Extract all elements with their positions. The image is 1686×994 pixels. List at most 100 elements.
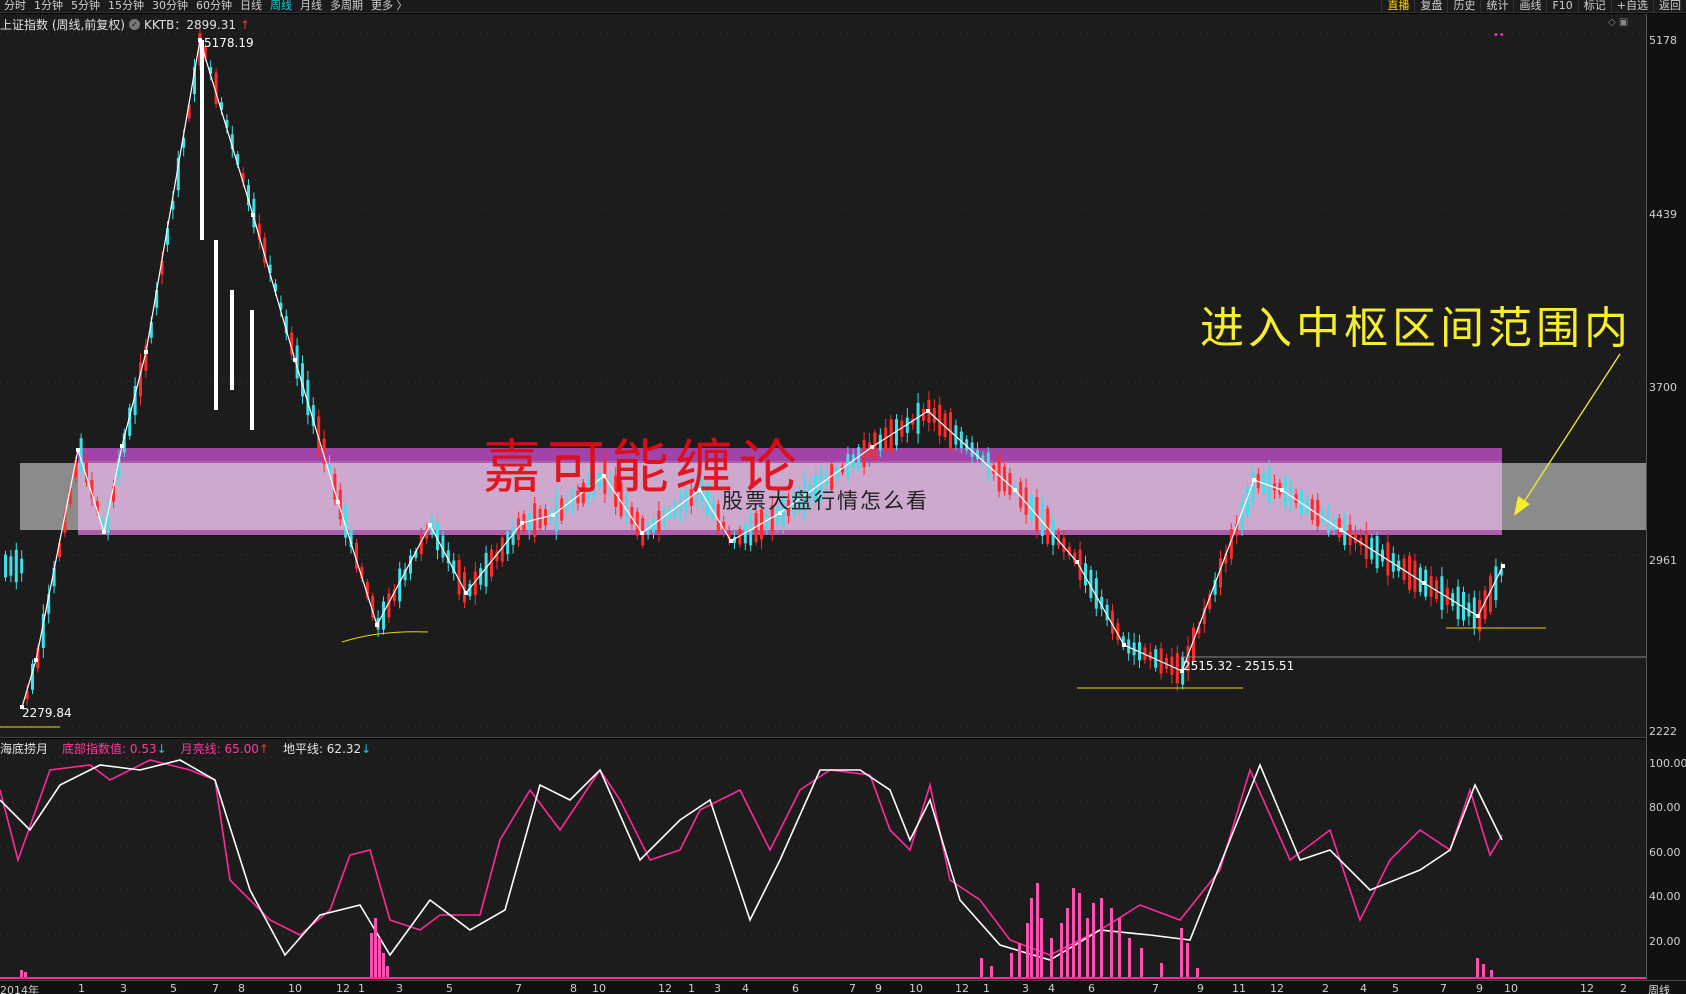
date-label: 10 xyxy=(592,982,606,994)
candle-body xyxy=(200,40,204,240)
histogram-bar xyxy=(370,933,373,978)
indicator-name: 海底捞月 xyxy=(0,742,49,756)
wave-vertex xyxy=(198,38,202,42)
ind-tick: 20.00 xyxy=(1649,935,1681,948)
date-label: 12 xyxy=(955,982,969,994)
date-label: 7 xyxy=(212,982,219,994)
date-label: 7 xyxy=(1440,982,1447,994)
histogram-bar xyxy=(1196,968,1199,978)
index-title: 上证指数 (周线,前复权) xyxy=(0,18,125,32)
wave-vertex xyxy=(1252,478,1256,482)
sub-caption: 股票大盘行情怎么看 xyxy=(722,489,929,513)
date-label: 3 xyxy=(396,982,403,994)
histogram-bar xyxy=(1066,908,1069,978)
wave-vertex xyxy=(1339,528,1343,532)
price-tick: 4439 xyxy=(1649,208,1677,221)
histogram-bar xyxy=(1040,918,1043,978)
histogram-bar xyxy=(1118,918,1121,978)
wave-vertex xyxy=(870,445,874,449)
wave-vertex xyxy=(375,623,379,627)
wave-vertex xyxy=(1501,564,1505,568)
price-tick: 5178 xyxy=(1649,34,1677,47)
histogram-bar xyxy=(1060,923,1063,978)
histogram-bar xyxy=(1072,888,1075,978)
up-arrow-icon: ↑ xyxy=(240,17,251,32)
chart-legend: 上证指数 (周线,前复权) ✓ KKTB：2899.31 ↑ xyxy=(0,16,250,33)
horizon-line-value: 地平线: 62.32↓ xyxy=(282,742,372,756)
candle-body xyxy=(20,558,24,574)
wave-vertex xyxy=(120,444,124,448)
date-label: 1 xyxy=(358,982,365,994)
histogram-bar xyxy=(382,953,385,978)
wave-vertex xyxy=(926,409,930,413)
wave-vertex xyxy=(76,448,80,452)
histogram-bar xyxy=(1050,938,1053,978)
date-label: 10 xyxy=(909,982,923,994)
wave-vertex xyxy=(640,531,644,535)
window-controls-icon[interactable]: ◇ ▣ xyxy=(1608,17,1628,28)
date-label: 4 xyxy=(1360,982,1367,994)
candle-body xyxy=(14,549,18,583)
wave-vertex xyxy=(251,213,255,217)
ind-tick: 40.00 xyxy=(1649,890,1681,903)
toolbar-tab[interactable]: 返回 xyxy=(1653,0,1686,12)
date-label: 4 xyxy=(742,982,749,994)
candle-body xyxy=(4,554,7,578)
histogram-bar xyxy=(1100,898,1103,978)
horizon-line xyxy=(0,759,1503,961)
date-label: 7 xyxy=(515,982,522,994)
date-label: 10 xyxy=(1504,982,1518,994)
wave-line xyxy=(21,39,1504,708)
date-label: 6 xyxy=(792,982,799,994)
histogram-bar xyxy=(1140,948,1143,978)
period-button[interactable]: 周线 xyxy=(1648,982,1670,994)
date-label: 12 xyxy=(1270,982,1284,994)
histogram-bar xyxy=(1482,964,1485,978)
date-label: 9 xyxy=(1197,982,1204,994)
ind-tick: 100.00 xyxy=(1649,757,1686,770)
moon-line-value: 月亮线: 65.00↑ xyxy=(180,742,269,756)
histogram-bar xyxy=(1110,908,1113,978)
histogram-bar xyxy=(386,966,389,978)
date-label: 1 xyxy=(78,982,85,994)
zone-annotation: 进入中枢区间范围内 xyxy=(1200,303,1632,354)
histogram-bar xyxy=(990,966,993,978)
wave-vertex xyxy=(464,591,468,595)
date-label: 4 xyxy=(1048,982,1055,994)
date-label: 3 xyxy=(120,982,127,994)
wave-vertex xyxy=(1280,488,1284,492)
candle-body xyxy=(230,290,234,390)
histogram-bar xyxy=(1030,898,1033,978)
wave-vertex xyxy=(34,658,38,662)
date-label: 8 xyxy=(570,982,577,994)
wave-vertex xyxy=(551,513,555,517)
date-label: 5 xyxy=(1392,982,1399,994)
wave-vertex xyxy=(1013,488,1017,492)
wave-vertex xyxy=(1476,614,1480,618)
settings-dot-icon[interactable]: ✓ xyxy=(129,19,140,30)
histogram-bar xyxy=(1018,943,1021,978)
histogram-bar xyxy=(1010,953,1013,978)
candle-body xyxy=(214,240,218,410)
bottom-index-value: 底部指数值: 0.53↓ xyxy=(62,742,167,756)
wave-vertex xyxy=(1422,581,1426,585)
date-label: 12 xyxy=(336,982,350,994)
wave-vertex xyxy=(428,523,432,527)
histogram-bar xyxy=(1490,970,1493,978)
date-label: 12 xyxy=(1580,982,1594,994)
date-axis: 周线 2014年 1 3 5 7 8 10 12 1 3 5 7 8 10 12 1 3 4 6 7 9 10 12 1 3 4 6… xyxy=(0,980,1686,994)
date-label: 5 xyxy=(170,982,177,994)
wave-vertex xyxy=(293,358,297,362)
date-label: 11 xyxy=(1232,982,1246,994)
histogram-bar xyxy=(1128,938,1131,978)
date-label: 9 xyxy=(1476,982,1483,994)
date-label: 12 xyxy=(658,982,672,994)
range-label: 2515.32 - 2515.51 xyxy=(1183,659,1295,673)
candle-body xyxy=(250,310,254,430)
low-label: 2279.84 xyxy=(22,706,72,720)
histogram-bar xyxy=(1186,943,1189,978)
price-tick: 3700 xyxy=(1649,381,1677,394)
histogram-bar xyxy=(1026,923,1029,978)
histogram-bar xyxy=(20,970,23,978)
wave-vertex xyxy=(1075,560,1079,564)
